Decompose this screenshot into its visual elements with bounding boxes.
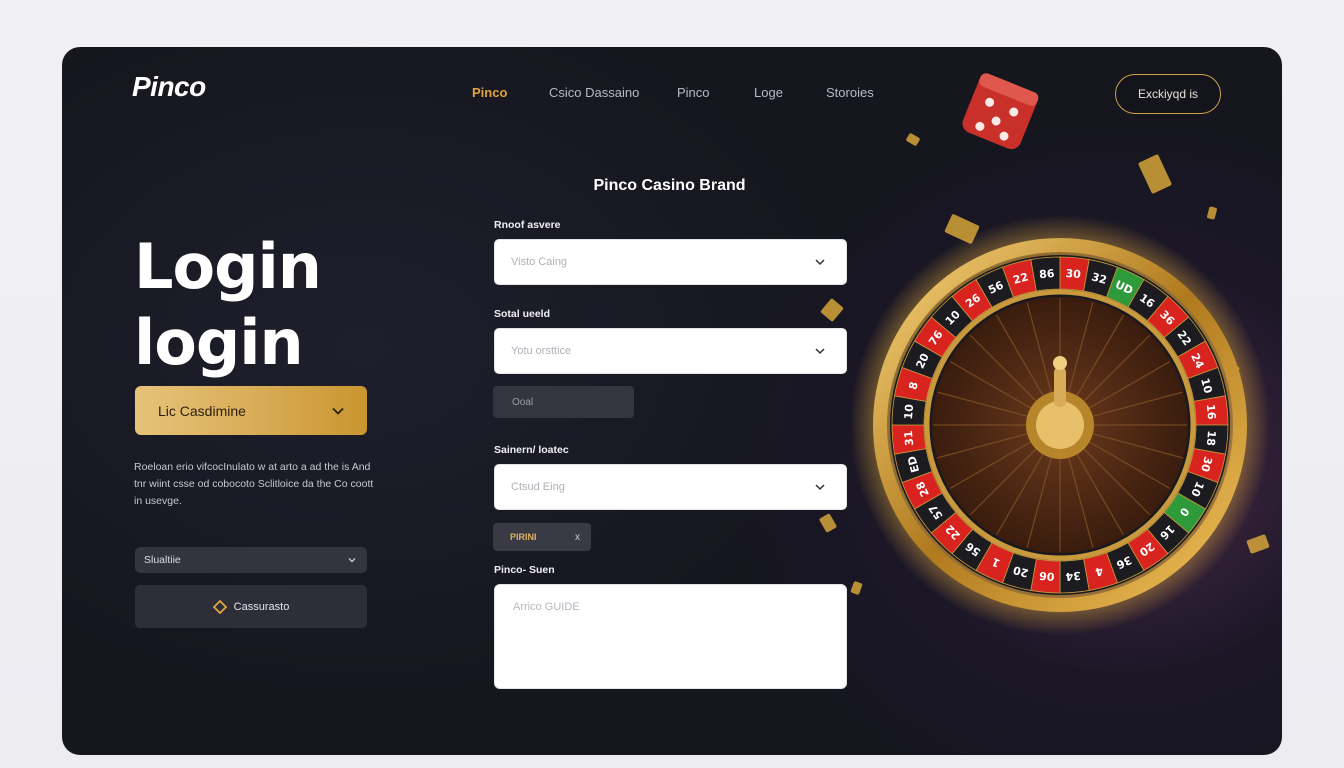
secondary-select-value: Slualtiie	[144, 554, 181, 566]
pinco-logo[interactable]: Pinco	[132, 71, 206, 103]
hero-title-line1: Login	[134, 230, 322, 303]
nav-item-pinco[interactable]: Pinco	[472, 85, 507, 100]
gold-flake	[905, 132, 921, 147]
casino-button-label: Cassurasto	[233, 600, 290, 613]
hero-title-line2: login	[134, 306, 304, 379]
diamond-icon	[212, 599, 227, 614]
field3-placeholder: Ctsud Eing	[511, 481, 565, 493]
chevron-down-icon	[332, 407, 344, 415]
field1-select[interactable]: Visto Caing	[494, 239, 847, 285]
casino-select[interactable]: Lic Casdimine	[135, 386, 367, 435]
tag-select-value: PIRINI	[510, 532, 537, 542]
casino-button[interactable]: Cassurasto	[135, 585, 367, 628]
hero-description: Roeloan erio vifcocInulato w at arto a a…	[134, 461, 374, 507]
textarea-label: Pinco- Suen	[494, 564, 555, 576]
header-cta-button[interactable]: Exckiyqd is	[1115, 74, 1221, 114]
roulette-number: 18	[1204, 430, 1218, 446]
roulette-number: 10	[902, 403, 916, 420]
small-action-button[interactable]: Ooal	[493, 386, 634, 418]
message-textarea[interactable]: Arrico GUIDE	[494, 584, 847, 689]
textarea-placeholder: Arrico GUIDE	[513, 601, 580, 613]
field2-label: Sotal ueeld	[494, 308, 551, 320]
nav-item-casino[interactable]: Csico Dassaino	[549, 85, 639, 100]
nav-item-pinco-2[interactable]: Pinco	[677, 85, 710, 100]
form-title: Pinco Casino Brand	[593, 177, 746, 194]
roulette-number: 31	[902, 430, 916, 446]
gold-flake	[1137, 153, 1173, 195]
field1-label: Rnoof asvere	[494, 219, 561, 231]
chevron-down-icon	[348, 558, 356, 563]
logo-text: Pinco	[132, 71, 206, 102]
dice-icon	[962, 73, 1039, 150]
chevron-down-icon	[815, 348, 825, 355]
chevron-down-icon	[815, 259, 825, 266]
chevron-down-icon	[815, 484, 825, 491]
nav-item-loge[interactable]: Loge	[754, 85, 783, 100]
roulette-number: 06	[1038, 569, 1055, 583]
close-icon[interactable]: x	[575, 532, 580, 543]
field2-placeholder: Yotu orsttice	[511, 345, 572, 357]
nav-item-stories[interactable]: Storoies	[826, 85, 874, 100]
roulette-number: 86	[1039, 267, 1056, 281]
tag-select[interactable]: PIRINI x	[493, 523, 591, 551]
roulette-number: 30	[1065, 267, 1082, 281]
field3-select[interactable]: Ctsud Eing	[494, 464, 847, 510]
hero-title: Login login	[134, 229, 322, 381]
field2-select[interactable]: Yotu orsttice	[494, 328, 847, 374]
roulette-number: 16	[1204, 404, 1218, 421]
login-window: Pinco Pinco Csico Dassaino Pinco Loge St…	[62, 47, 1282, 755]
gold-flake	[820, 297, 844, 323]
secondary-select[interactable]: Slualtiie	[135, 547, 367, 573]
gold-flake	[818, 513, 838, 533]
casino-select-value: Lic Casdimine	[158, 402, 246, 419]
field1-placeholder: Visto Caing	[511, 256, 568, 268]
roulette-wheel: 30 32 UD1636222410161830100162036434062015…	[850, 215, 1268, 635]
field3-label: Sainern/ loatec	[494, 444, 569, 456]
roulette-number: 34	[1065, 569, 1082, 583]
